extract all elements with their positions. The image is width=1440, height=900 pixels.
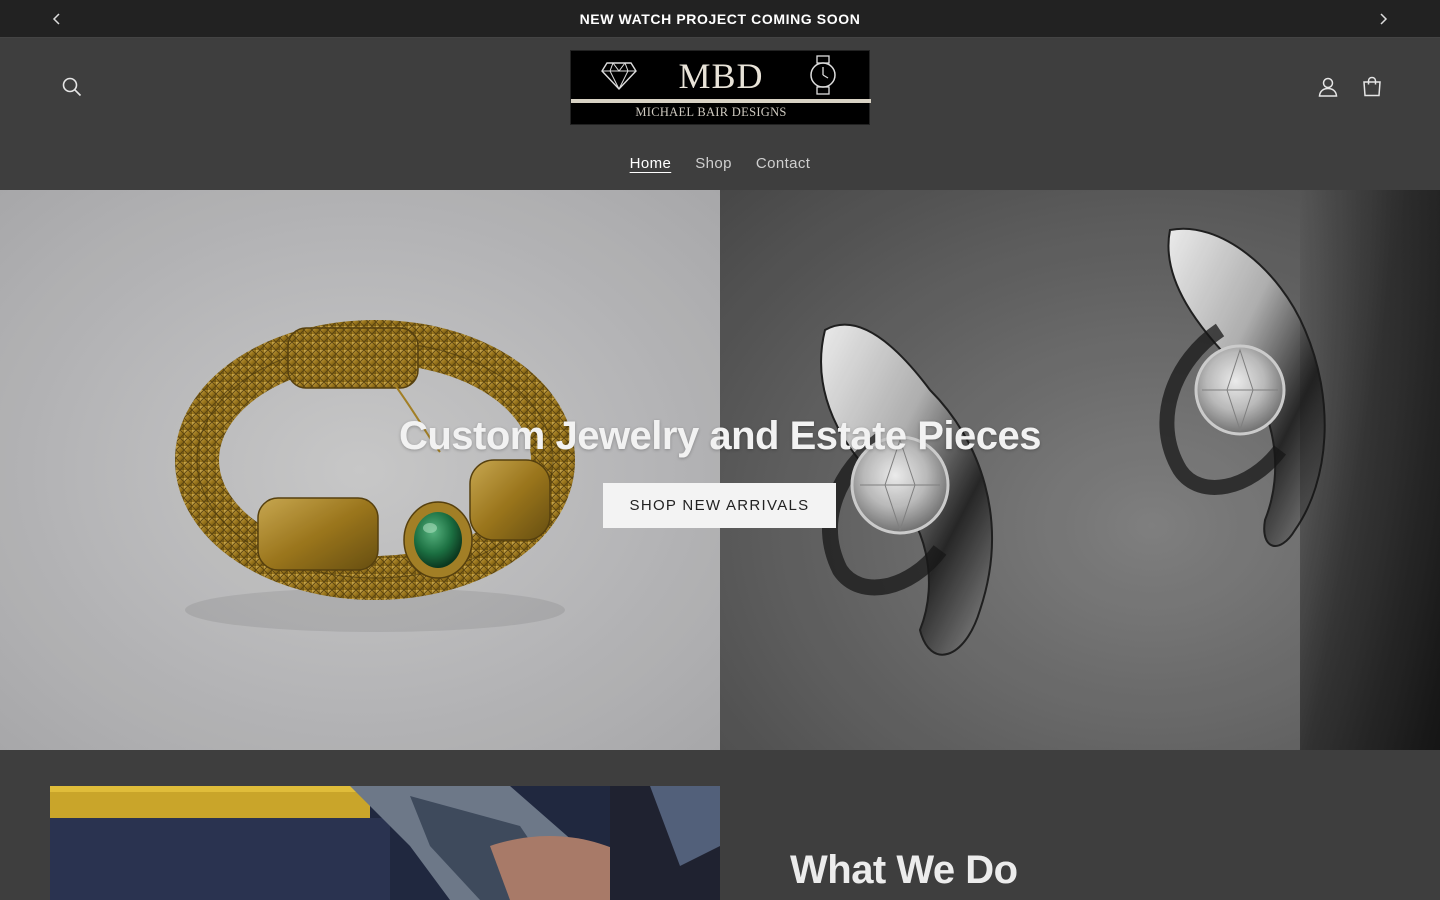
nav-item-home[interactable]: Home [618, 152, 684, 176]
account-button[interactable] [1306, 65, 1350, 109]
announcement-next-button[interactable] [1373, 8, 1393, 30]
jeweler-illustration [50, 786, 720, 900]
announcement-bar: NEW WATCH PROJECT COMING SOON [0, 0, 1440, 38]
watch-icon [810, 55, 836, 95]
section-title-what-we-do: What We Do [790, 848, 1018, 892]
hero-banner: Custom Jewelry and Estate Pieces SHOP NE… [0, 190, 1440, 750]
announcement-prev-button[interactable] [47, 8, 67, 30]
cart-icon [1363, 76, 1381, 97]
chevron-right-icon [1380, 13, 1388, 25]
main-nav: Home Shop Contact [0, 152, 1440, 176]
logo-subtitle: MICHAEL BAIR DESIGNS [635, 105, 787, 119]
site-header: MBD MICHAEL BAIR DESIGNS Home Shop Conta… [0, 38, 1440, 190]
chevron-left-icon [52, 13, 60, 25]
site-logo[interactable]: MBD MICHAEL BAIR DESIGNS [570, 50, 871, 125]
cart-button[interactable] [1350, 65, 1394, 109]
shop-new-arrivals-button[interactable]: SHOP NEW ARRIVALS [603, 483, 836, 528]
hero-overlay [0, 190, 1440, 750]
announcement-text: NEW WATCH PROJECT COMING SOON [579, 10, 861, 27]
account-icon [1318, 77, 1338, 97]
search-icon [62, 77, 82, 97]
search-button[interactable] [50, 65, 94, 109]
logo-divider [571, 99, 871, 103]
nav-item-contact[interactable]: Contact [744, 152, 823, 176]
nav-item-shop[interactable]: Shop [683, 152, 744, 176]
about-section: What We Do [0, 750, 1440, 900]
hero-title: Custom Jewelry and Estate Pieces [398, 414, 1042, 458]
about-image-jeweler [50, 786, 720, 900]
